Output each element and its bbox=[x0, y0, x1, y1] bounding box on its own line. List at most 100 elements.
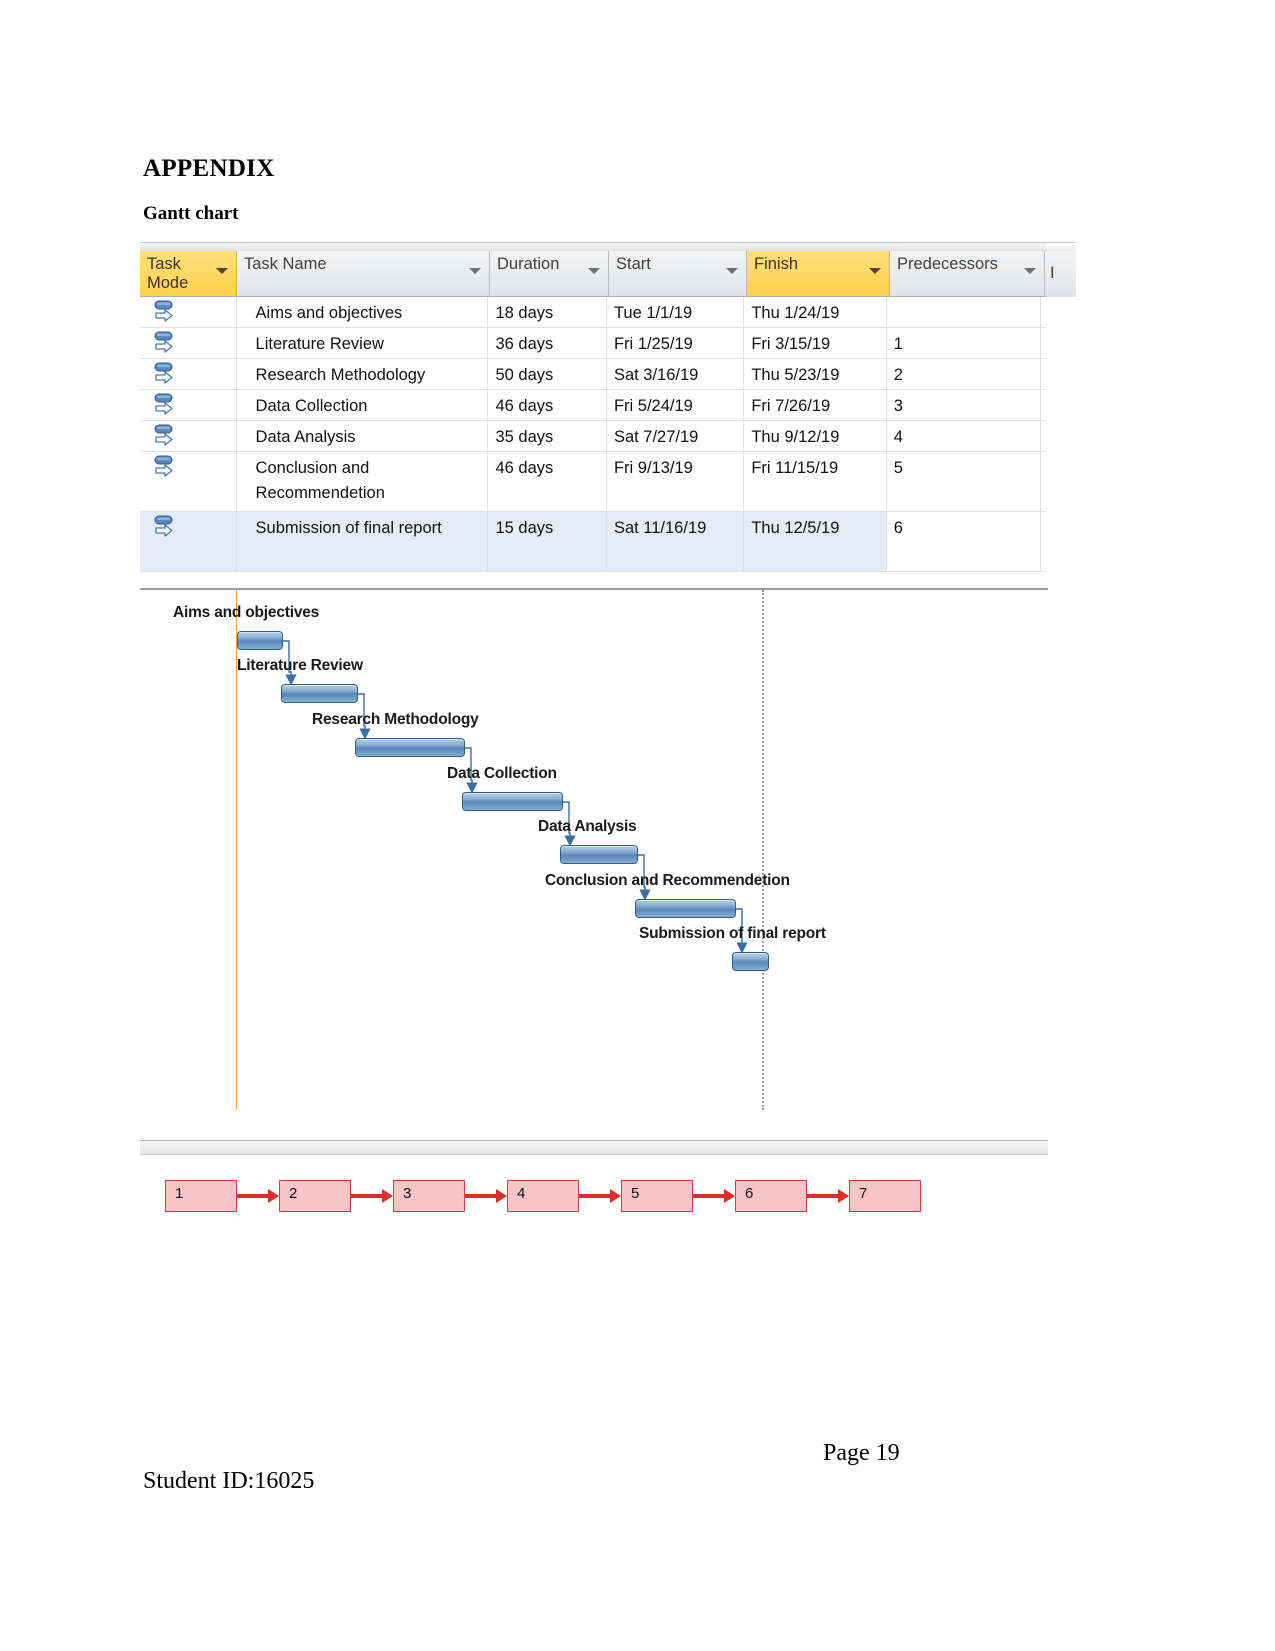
column-header-task-mode[interactable]: Task Mode bbox=[140, 251, 237, 297]
cell-task-mode[interactable] bbox=[140, 421, 237, 451]
gantt-bar-label: Data Collection bbox=[447, 765, 557, 782]
flow-arrow-head-icon bbox=[496, 1189, 507, 1203]
flow-step-box[interactable]: 5 bbox=[621, 1180, 693, 1212]
table-row[interactable]: Data Collection 46 days Fri 5/24/19 Fri 7/2… bbox=[140, 390, 1048, 421]
gantt-bar[interactable] bbox=[635, 899, 736, 918]
cell-task-mode[interactable] bbox=[140, 359, 237, 389]
cell-task-name[interactable]: Data Collection bbox=[236, 390, 489, 420]
flow-step-label: 2 bbox=[289, 1185, 298, 1202]
cell-task-name[interactable]: Data Analysis bbox=[236, 421, 489, 451]
flow-arrow-head-icon bbox=[268, 1189, 279, 1203]
gantt-bar-fill bbox=[237, 631, 283, 650]
cell-predecessors[interactable]: 4 bbox=[886, 421, 1041, 451]
cell-start[interactable]: Sat 3/16/19 bbox=[606, 359, 745, 389]
flow-arrow-line bbox=[237, 1194, 268, 1198]
gantt-bar[interactable] bbox=[355, 738, 465, 757]
gantt-bar[interactable] bbox=[237, 631, 283, 650]
cell-finish[interactable]: Fri 11/15/19 bbox=[744, 452, 887, 511]
section-heading: Gantt chart bbox=[143, 203, 239, 224]
cell-task-name[interactable]: Conclusion and Recommendetion bbox=[236, 452, 489, 511]
gantt-bar[interactable] bbox=[732, 952, 769, 971]
column-header-duration[interactable]: Duration bbox=[490, 251, 609, 297]
cell-task-name[interactable]: Literature Review bbox=[236, 328, 489, 358]
chevron-down-icon[interactable] bbox=[588, 268, 600, 274]
cell-finish[interactable]: Thu 12/5/19 bbox=[744, 512, 887, 571]
flow-step-box[interactable]: 7 bbox=[849, 1180, 921, 1212]
column-header-label: Predecessors bbox=[897, 255, 998, 273]
cell-predecessors[interactable]: 2 bbox=[886, 359, 1041, 389]
cell-task-mode[interactable] bbox=[140, 512, 237, 571]
flow-step-box[interactable]: 6 bbox=[735, 1180, 807, 1212]
flow-step-box[interactable]: 3 bbox=[393, 1180, 465, 1212]
column-header-label: Task Name bbox=[244, 255, 327, 273]
gantt-bar-label: Aims and objectives bbox=[173, 604, 320, 621]
cell-finish[interactable]: Thu 5/23/19 bbox=[744, 359, 887, 389]
cell-start[interactable]: Tue 1/1/19 bbox=[606, 297, 745, 327]
flow-arrow-line bbox=[579, 1194, 610, 1198]
flow-step-label: 4 bbox=[517, 1185, 526, 1202]
cell-duration[interactable]: 35 days bbox=[488, 421, 607, 451]
cell-finish[interactable]: Thu 9/12/19 bbox=[744, 421, 887, 451]
cell-start[interactable]: Sat 11/16/19 bbox=[606, 512, 745, 571]
flow-step-box[interactable]: 1 bbox=[165, 1180, 237, 1212]
cell-predecessors[interactable]: 3 bbox=[886, 390, 1041, 420]
table-row[interactable]: Submission of final report 15 days Sat 11/… bbox=[140, 512, 1048, 572]
cell-predecessors[interactable]: 6 bbox=[886, 512, 1041, 571]
cell-predecessors[interactable]: 1 bbox=[886, 328, 1041, 358]
flow-step-box[interactable]: 4 bbox=[507, 1180, 579, 1212]
cell-duration[interactable]: 46 days bbox=[488, 452, 607, 511]
column-header-start[interactable]: Start bbox=[609, 251, 747, 297]
cell-duration[interactable]: 36 days bbox=[488, 328, 607, 358]
column-header-task-name[interactable]: Task Name bbox=[237, 251, 490, 297]
cell-duration[interactable]: 46 days bbox=[488, 390, 607, 420]
cell-task-mode[interactable] bbox=[140, 328, 237, 358]
gantt-bar[interactable] bbox=[560, 845, 638, 864]
cell-start[interactable]: Fri 1/25/19 bbox=[606, 328, 745, 358]
chevron-down-icon[interactable] bbox=[1024, 268, 1036, 274]
cell-task-mode[interactable] bbox=[140, 297, 237, 327]
gantt-bar-label: Data Analysis bbox=[538, 818, 637, 835]
chevron-down-icon[interactable] bbox=[216, 268, 228, 274]
table-row[interactable]: Data Analysis 35 days Sat 7/27/19 Thu 9/12/… bbox=[140, 421, 1048, 452]
gantt-bar[interactable] bbox=[462, 792, 563, 811]
cell-finish[interactable]: Thu 1/24/19 bbox=[744, 297, 887, 327]
column-header-predecessors[interactable]: Predecessors bbox=[890, 251, 1045, 297]
cell-task-name[interactable]: Aims and objectives bbox=[236, 297, 489, 327]
clipped-column-header[interactable]: I bbox=[1046, 251, 1076, 298]
cell-finish[interactable]: Fri 7/26/19 bbox=[744, 390, 887, 420]
cell-start[interactable]: Fri 9/13/19 bbox=[606, 452, 745, 511]
cell-finish[interactable]: Fri 3/15/19 bbox=[744, 328, 887, 358]
task-mode-icon bbox=[154, 300, 173, 322]
flow-arrow-line bbox=[351, 1194, 382, 1198]
page-title: APPENDIX bbox=[143, 155, 275, 182]
cell-predecessors[interactable] bbox=[886, 297, 1041, 327]
cell-duration[interactable]: 15 days bbox=[488, 512, 607, 571]
flow-arrow-head-icon bbox=[610, 1189, 621, 1203]
gantt-bar[interactable] bbox=[281, 684, 358, 703]
cell-start[interactable]: Sat 7/27/19 bbox=[606, 421, 745, 451]
flow-step-label: 7 bbox=[859, 1185, 868, 1202]
cell-task-mode[interactable] bbox=[140, 390, 237, 420]
cell-task-name[interactable]: Research Methodology bbox=[236, 359, 489, 389]
cell-start[interactable]: Fri 5/24/19 bbox=[606, 390, 745, 420]
chevron-down-icon[interactable] bbox=[469, 268, 481, 274]
column-header-label: Start bbox=[616, 255, 651, 273]
table-row[interactable]: Research Methodology 50 days Sat 3/16/19 Th… bbox=[140, 359, 1048, 390]
cell-predecessors[interactable]: 5 bbox=[886, 452, 1041, 511]
table-row[interactable]: Conclusion and Recommendetion 46 days Fri … bbox=[140, 452, 1048, 512]
table-body: Aims and objectives 18 days Tue 1/1/19 Thu … bbox=[140, 297, 1048, 572]
table-row[interactable]: Aims and objectives 18 days Tue 1/1/19 Thu … bbox=[140, 297, 1048, 328]
clipped-extra-column[interactable]: I bbox=[1046, 242, 1076, 582]
gantt-bar-fill bbox=[732, 952, 769, 971]
gantt-bar-fill bbox=[560, 845, 638, 864]
table-row[interactable]: Literature Review 36 days Fri 1/25/19 Fri 3… bbox=[140, 328, 1048, 359]
cell-task-name[interactable]: Submission of final report bbox=[236, 512, 489, 571]
chevron-down-icon[interactable] bbox=[869, 268, 881, 274]
cell-duration[interactable]: 18 days bbox=[488, 297, 607, 327]
column-header-finish[interactable]: Finish bbox=[747, 251, 890, 297]
cell-task-mode[interactable] bbox=[140, 452, 237, 511]
chevron-down-icon[interactable] bbox=[726, 268, 738, 274]
gantt-bar-label: Conclusion and Recommendetion bbox=[545, 872, 790, 889]
flow-step-box[interactable]: 2 bbox=[279, 1180, 351, 1212]
cell-duration[interactable]: 50 days bbox=[488, 359, 607, 389]
